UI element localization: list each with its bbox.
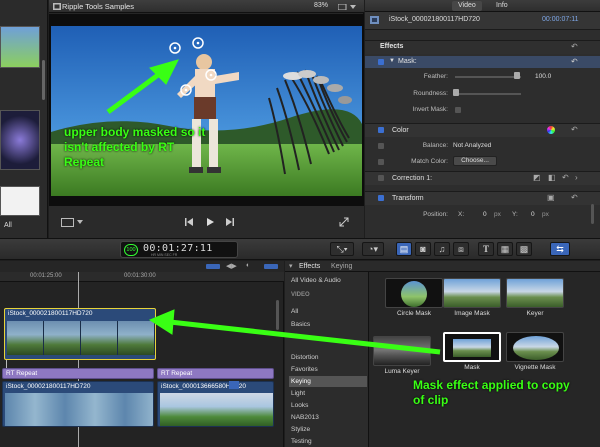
annotation-top: upper body masked so it isn't affected b… — [64, 125, 206, 169]
annotation-arrow-line — [169, 319, 441, 355]
annotation-arrowhead — [148, 309, 175, 335]
annotation-arrow-line — [106, 69, 164, 115]
annotation-bottom: Mask effect applied to copy of clip — [413, 378, 570, 407]
